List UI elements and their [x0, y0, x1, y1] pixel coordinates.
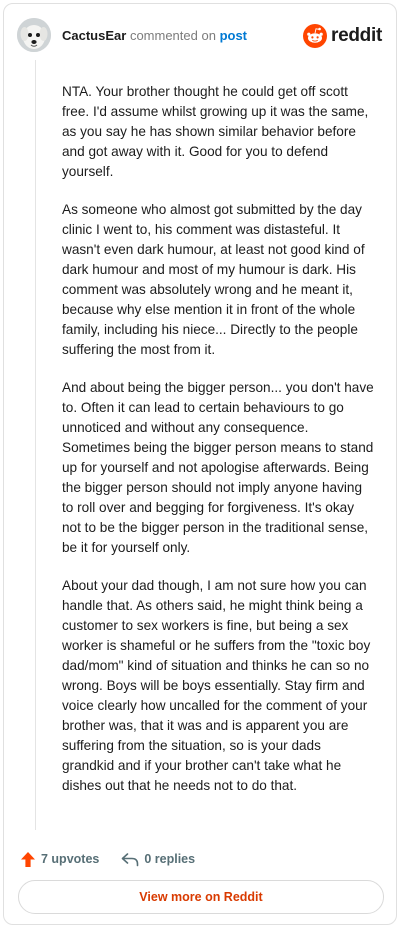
- comment-paragraph: About your dad though, I am not sure how…: [62, 578, 371, 793]
- comment-paragraph: And about being the bigger person... you…: [62, 380, 374, 555]
- upvote-count: 7 upvotes: [41, 852, 100, 866]
- post-link[interactable]: post: [220, 28, 247, 43]
- upvote-arrow-icon: [21, 851, 35, 867]
- upvote-button[interactable]: 7 upvotes: [20, 851, 99, 868]
- comment-actions: 7 upvotes 0 replies: [20, 849, 217, 869]
- commented-on-text: commented on: [129, 28, 216, 43]
- reddit-logo[interactable]: reddit: [303, 23, 382, 49]
- view-more-on-reddit-button[interactable]: View more on Reddit: [18, 880, 384, 914]
- comment-header: CactusEar commented on post reddit: [17, 18, 382, 58]
- embedded-comment-card: CactusEar commented on post reddit NTA. …: [3, 3, 397, 925]
- reddit-snoo-icon: [303, 24, 328, 48]
- thread-line: [35, 60, 36, 830]
- reply-count: 0 replies: [144, 852, 196, 866]
- user-avatar[interactable]: [17, 18, 51, 52]
- reply-arrow-icon: [122, 852, 139, 866]
- username[interactable]: CactusEar: [62, 28, 126, 43]
- reply-button[interactable]: 0 replies: [121, 852, 195, 867]
- reddit-wordmark: reddit: [331, 25, 382, 46]
- comment-meta: CactusEar commented on post: [62, 28, 247, 43]
- comment-body: NTA. Your brother thought he could get o…: [62, 82, 376, 814]
- comment-paragraph: NTA. Your brother thought he could get o…: [62, 84, 369, 179]
- comment-paragraph: As someone who almost got submitted by t…: [62, 202, 365, 357]
- dog-avatar-icon: [17, 18, 51, 52]
